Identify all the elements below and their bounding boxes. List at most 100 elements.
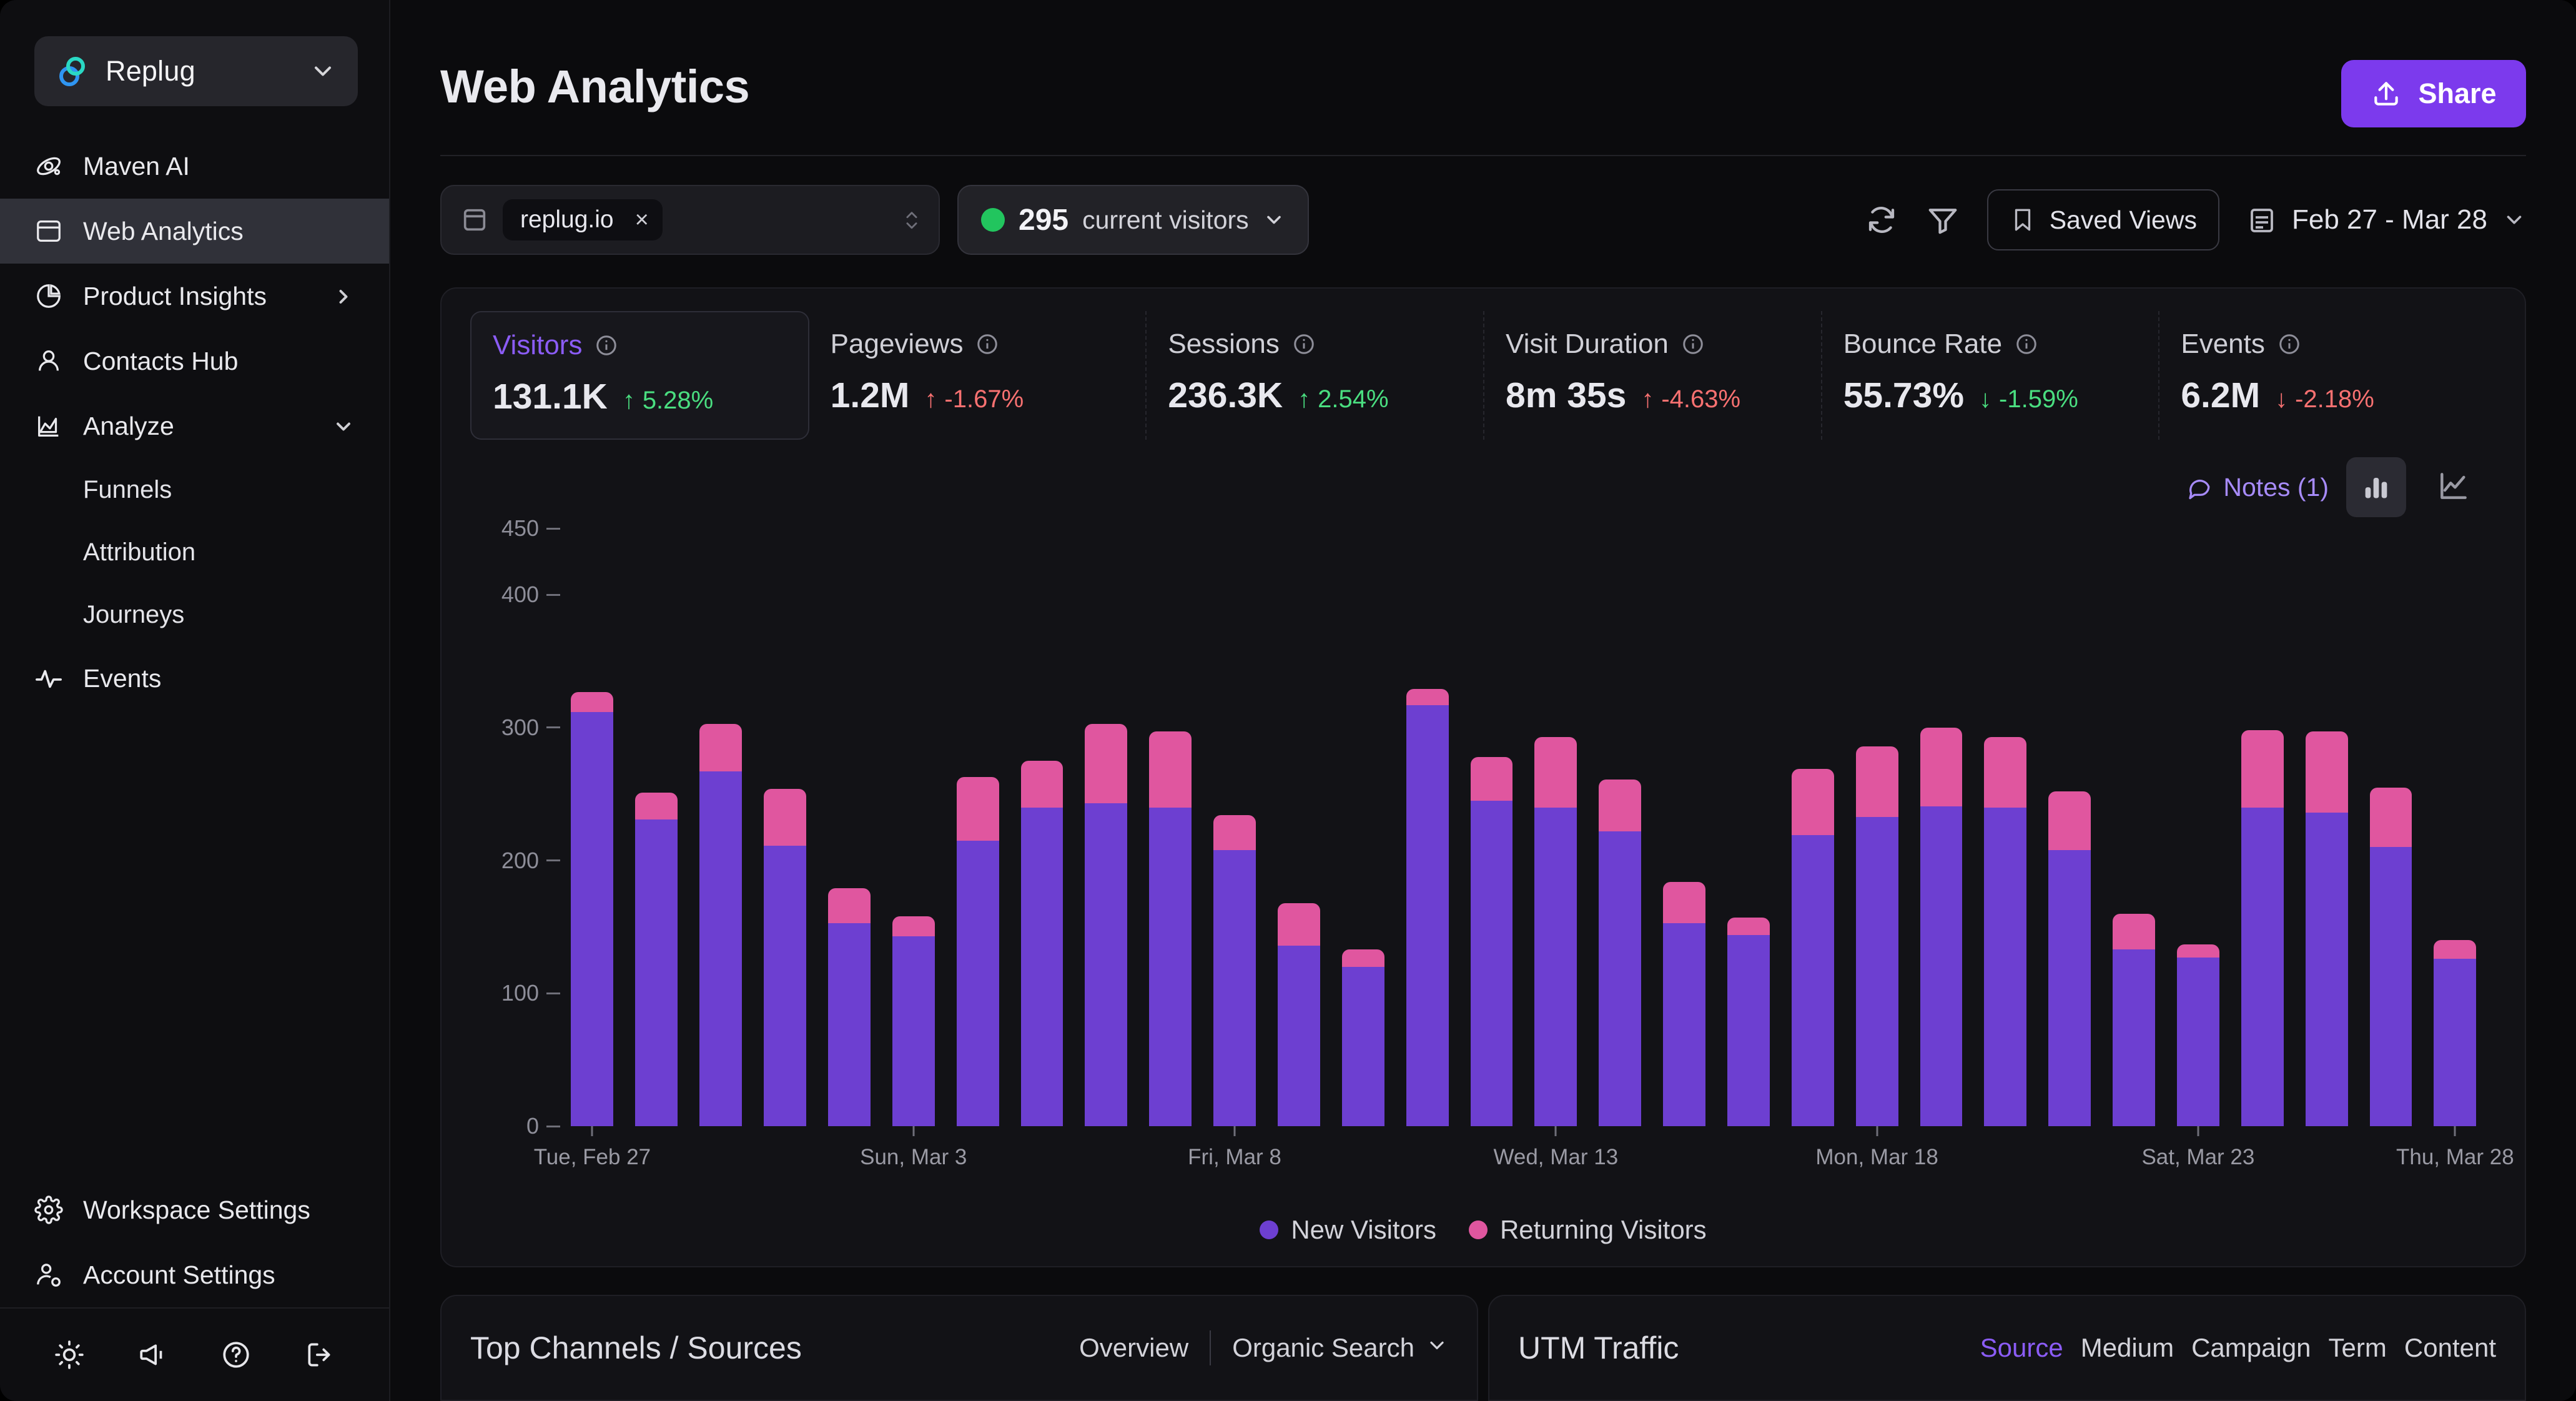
sidebar-item-workspace-settings[interactable]: Workspace Settings (0, 1177, 389, 1242)
info-icon[interactable] (975, 332, 999, 356)
chart-bar[interactable] (1085, 723, 1128, 1126)
chart-bar[interactable] (764, 788, 806, 1126)
bar-segment-returning (2434, 940, 2477, 959)
chart-bar[interactable] (1341, 949, 1384, 1126)
bar-chart-toggle[interactable] (2346, 457, 2406, 517)
bar-segment-new (1855, 816, 1898, 1126)
sidebar-item-contacts-hub[interactable]: Contacts Hub (0, 329, 389, 394)
sidebar-item-events[interactable]: Events (0, 646, 389, 711)
chart-bar[interactable] (1984, 736, 2027, 1126)
chart-bar[interactable] (2176, 944, 2219, 1126)
chart-bar[interactable] (2241, 730, 2284, 1126)
trend-arrow-icon: ↓ (1979, 385, 1992, 413)
megaphone-icon[interactable] (137, 1339, 169, 1370)
chart-bar[interactable] (892, 916, 935, 1126)
sidebar-subitem-funnels[interactable]: Funnels (0, 458, 389, 521)
chart-bar[interactable] (1020, 761, 1063, 1126)
chart-bar[interactable] (956, 776, 999, 1126)
chart-bar[interactable] (635, 793, 678, 1126)
chart-bar[interactable] (2369, 787, 2412, 1126)
chart-bar[interactable] (1406, 689, 1449, 1126)
metric-card-visit-duration[interactable]: Visit Duration 8m 35s ↑ -4.63% (1484, 311, 1822, 440)
info-icon[interactable] (2277, 332, 2301, 356)
metric-card-bounce-rate[interactable]: Bounce Rate 55.73% ↓ -1.59% (1822, 311, 2160, 440)
share-button[interactable]: Share (2341, 60, 2526, 127)
saved-views-button[interactable]: Saved Views (1986, 189, 2219, 250)
chart-bar[interactable] (1534, 736, 1577, 1126)
notes-button[interactable]: Notes (1) (2186, 473, 2329, 502)
bar-segment-new (2369, 847, 2412, 1126)
info-icon[interactable] (2015, 332, 2038, 356)
chart-bar[interactable] (699, 723, 743, 1126)
chart-bar[interactable] (1149, 731, 1192, 1126)
info-icon[interactable] (1292, 332, 1316, 356)
stepper-icon[interactable] (901, 202, 922, 237)
chart-bar[interactable] (1599, 779, 1642, 1126)
chart-bar[interactable] (1727, 918, 1770, 1126)
info-icon[interactable] (1681, 332, 1705, 356)
chevron-down-icon (2502, 208, 2526, 232)
bar-segment-returning (1149, 731, 1192, 808)
chart-bar[interactable] (1213, 815, 1256, 1126)
bar-slot (881, 528, 945, 1126)
metric-card-sessions[interactable]: Sessions 236.3K ↑ 2.54% (1147, 311, 1485, 440)
channel-dropdown[interactable]: Organic Search (1232, 1333, 1448, 1363)
chart-bar[interactable] (827, 888, 871, 1126)
funnel-icon[interactable] (1926, 203, 1960, 237)
chart-bar[interactable] (2305, 731, 2348, 1126)
line-chart-toggle[interactable] (2424, 457, 2484, 517)
sidebar-item-web-analytics[interactable]: Web Analytics (0, 199, 389, 264)
bar-segment-new (1727, 934, 1770, 1126)
tab-overview[interactable]: Overview (1079, 1333, 1188, 1363)
current-visitors-pill[interactable]: 295 current visitors (957, 185, 1309, 255)
logout-icon[interactable] (304, 1339, 335, 1370)
legend-item[interactable]: Returning Visitors (1468, 1215, 1707, 1245)
refresh-icon[interactable] (1865, 203, 1898, 237)
date-range-picker[interactable]: Feb 27 - Mar 28 (2247, 204, 2526, 235)
workspace-switcher[interactable]: Replug (34, 36, 358, 106)
chart-bar[interactable] (2434, 940, 2477, 1126)
metric-delta-value: -2.18% (2295, 385, 2374, 413)
sidebar-item-maven-ai[interactable]: Maven AI (0, 134, 389, 199)
close-icon[interactable]: × (635, 208, 649, 232)
site-chip[interactable]: replug.io × (503, 199, 663, 240)
chart-bar[interactable] (1470, 756, 1513, 1126)
info-icon[interactable] (595, 334, 618, 357)
chart-bar[interactable] (1277, 903, 1320, 1126)
utm-tab-term[interactable]: Term (2329, 1333, 2387, 1363)
metric-body: 8m 35s ↑ -4.63% (1506, 375, 1800, 416)
chart-bar[interactable] (1855, 746, 1898, 1126)
bar-slot (2102, 528, 2166, 1126)
bar-slot (1074, 528, 1138, 1126)
chart-bar[interactable] (1663, 881, 1705, 1126)
bar-segment-returning (635, 793, 678, 819)
brightness-icon[interactable] (54, 1339, 85, 1370)
sidebar-subitem-attribution[interactable]: Attribution (0, 521, 389, 583)
bar-segment-new (764, 846, 806, 1126)
help-circle-icon[interactable] (220, 1339, 252, 1370)
sidebar-item-analyze[interactable]: Analyze (0, 394, 389, 458)
metric-card-events[interactable]: Events 6.2M ↓ -2.18% (2159, 311, 2496, 440)
site-selector[interactable]: replug.io × (440, 185, 940, 255)
bar-segment-returning (1534, 736, 1577, 808)
chart-bar[interactable] (1920, 728, 1963, 1126)
sidebar-item-account-settings[interactable]: Account Settings (0, 1242, 389, 1307)
bar-slot (2294, 528, 2359, 1126)
saved-views-label: Saved Views (2049, 205, 2197, 234)
bar-segment-new (827, 923, 871, 1126)
sidebar-item-product-insights[interactable]: Product Insights (0, 264, 389, 329)
legend-item[interactable]: New Visitors (1260, 1215, 1436, 1245)
utm-tab-source[interactable]: Source (1980, 1333, 2063, 1363)
chart-bar[interactable] (1791, 768, 1834, 1126)
utm-tab-medium[interactable]: Medium (2081, 1333, 2174, 1363)
metric-card-pageviews[interactable]: Pageviews 1.2M ↑ -1.67% (809, 311, 1147, 440)
utm-tab-content[interactable]: Content (2404, 1333, 2496, 1363)
utm-tab-campaign[interactable]: Campaign (2191, 1333, 2311, 1363)
x-axis-slot (1909, 1126, 1973, 1209)
metric-card-visitors[interactable]: Visitors 131.1K ↑ 5.28% (470, 311, 809, 440)
chart-bar[interactable] (2113, 913, 2155, 1126)
sidebar-subitem-journeys[interactable]: Journeys (0, 583, 389, 646)
chart-bar[interactable] (571, 691, 614, 1126)
chart-bar[interactable] (2048, 791, 2091, 1126)
bar-slot (1973, 528, 2038, 1126)
